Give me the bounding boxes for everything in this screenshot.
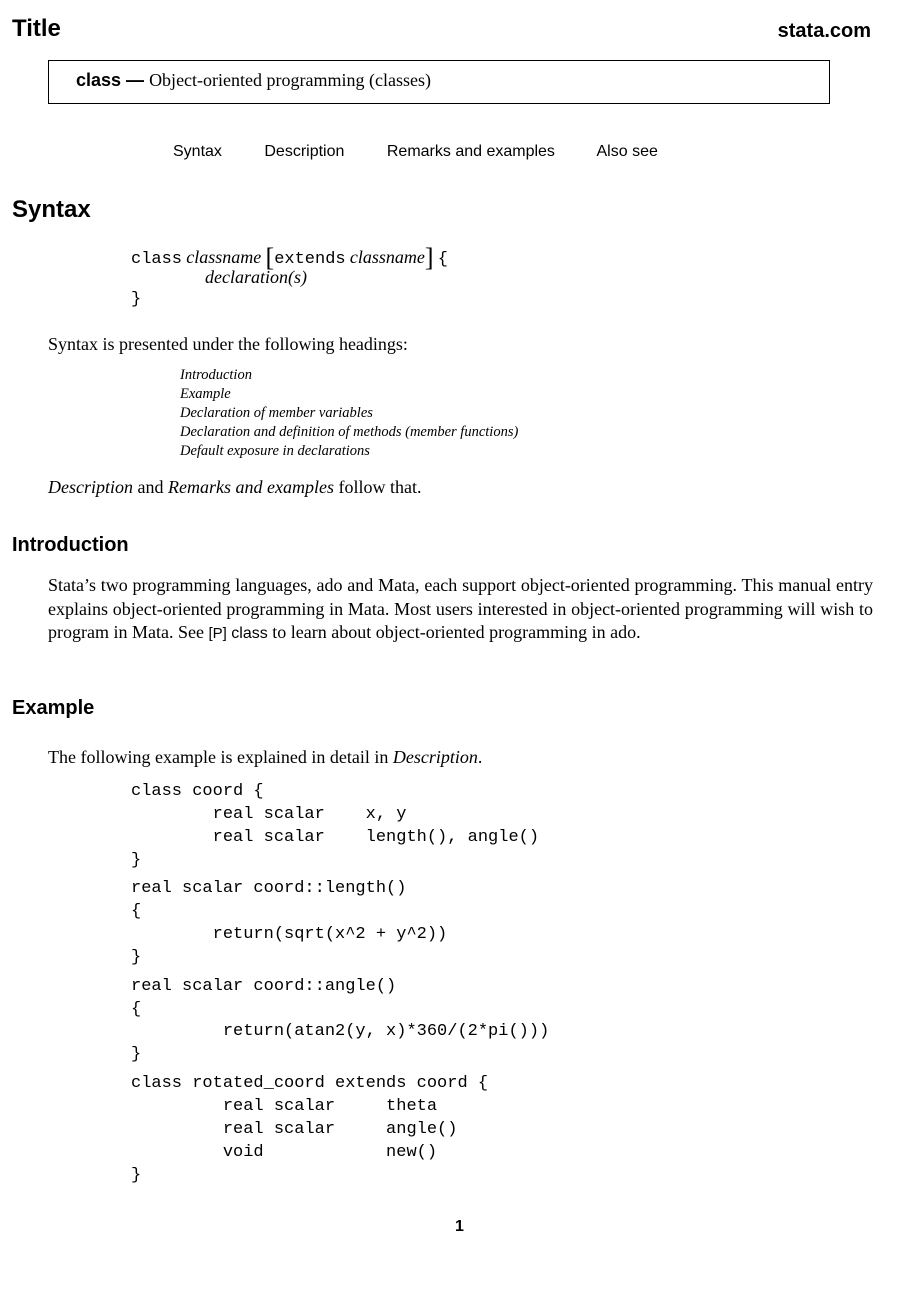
section-heading-introduction: Introduction	[12, 534, 129, 556]
description-link[interactable]: Description	[48, 477, 133, 497]
manual-ref[interactable]: [P]	[208, 625, 226, 642]
code-line: real scalar theta	[131, 1097, 438, 1116]
code-line: }	[131, 851, 142, 870]
syntax-declarations: declaration(s)	[205, 267, 307, 287]
example-intro: The following example is explained in de…	[48, 746, 482, 769]
code-line: real scalar coord::angle()	[131, 977, 397, 996]
heading-link-introduction[interactable]: Introduction	[180, 366, 518, 385]
command-description: Object-oriented programming (classes)	[149, 70, 431, 90]
code-line: return(atan2(y, x)*360/(2*pi()))	[131, 1022, 550, 1041]
nav-link-remarks[interactable]: Remarks and examples	[387, 143, 555, 160]
heading-link-methods[interactable]: Declaration and definition of methods (m…	[180, 423, 518, 442]
heading-link-example[interactable]: Example	[180, 385, 518, 404]
page-header-title: Title	[12, 15, 61, 42]
code-line: }	[131, 1045, 142, 1064]
example-intro-period: .	[477, 747, 483, 767]
code-line: real scalar angle()	[131, 1120, 458, 1139]
site-link[interactable]: stata.com	[778, 20, 871, 43]
code-line: }	[131, 948, 142, 967]
remarks-link[interactable]: Remarks and examples	[168, 477, 334, 497]
code-line: real scalar x, y	[131, 805, 407, 824]
nav-link-description[interactable]: Description	[264, 143, 344, 160]
nav-link-also-see[interactable]: Also see	[597, 143, 658, 160]
brace-open: {	[437, 250, 448, 269]
example-intro-text: The following example is explained in de…	[48, 747, 393, 767]
classname-placeholder: classname	[186, 247, 262, 267]
bracket-close: ]	[424, 243, 434, 272]
heading-link-default-exposure[interactable]: Default exposure in declarations	[180, 442, 518, 461]
follow-rest: follow that.	[333, 477, 422, 497]
section-nav: Syntax Description Remarks and examples …	[173, 143, 696, 161]
section-heading-syntax: Syntax	[12, 196, 91, 223]
code-line: void new()	[131, 1143, 438, 1162]
code-line: }	[131, 1166, 142, 1185]
command-name: class	[76, 70, 122, 90]
title-dash: —	[121, 70, 150, 90]
code-line: real scalar length(), angle()	[131, 828, 540, 847]
follow-text: Description and Remarks and examples fol…	[48, 476, 421, 499]
page-number: 1	[455, 1218, 464, 1235]
code-line: real scalar coord::length()	[131, 879, 407, 898]
heading-link-member-variables[interactable]: Declaration of member variables	[180, 404, 518, 423]
code-line: class coord {	[131, 782, 264, 801]
title-box-content: class — Object-oriented programming (cla…	[76, 70, 431, 91]
syntax-presented-text: Syntax is presented under the following …	[48, 334, 408, 354]
keyword-class: class	[131, 250, 183, 269]
introduction-paragraph: Stata’s two programming languages, ado a…	[48, 574, 873, 646]
section-heading-example: Example	[12, 697, 95, 719]
follow-and: and	[133, 477, 168, 497]
syntax-headings-list: Introduction Example Declaration of memb…	[180, 366, 518, 461]
nav-link-syntax[interactable]: Syntax	[173, 143, 222, 160]
example-description-link[interactable]: Description	[393, 747, 478, 767]
intro-text-after: to learn about object-oriented programmi…	[267, 622, 641, 642]
code-line: return(sqrt(x^2 + y^2))	[131, 925, 448, 944]
syntax-brace-close: }	[131, 290, 142, 309]
classname-placeholder-2: classname	[349, 247, 425, 267]
code-line: {	[131, 902, 142, 921]
code-line: {	[131, 1000, 142, 1019]
title-box: class — Object-oriented programming (cla…	[48, 60, 830, 104]
class-ref-link[interactable]: class	[231, 625, 267, 642]
code-line: class rotated_coord extends coord {	[131, 1074, 489, 1093]
